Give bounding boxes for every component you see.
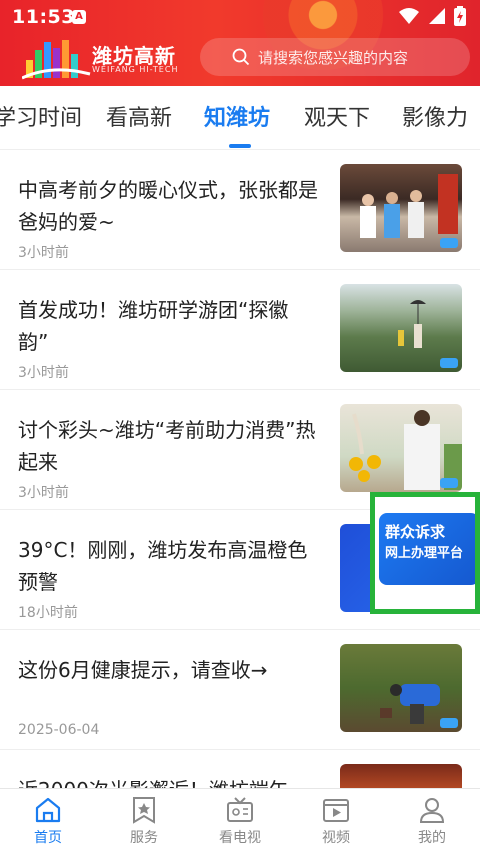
news-title: 39°C！刚刚，潍坊发布高温橙色预警 — [18, 538, 308, 594]
tab-kan-gaoxin[interactable]: 看高新 — [106, 100, 172, 132]
system-icons — [398, 6, 466, 26]
nav-home[interactable]: 首页 — [12, 795, 84, 847]
nav-mine-label: 我的 — [418, 830, 446, 846]
active-tab-indicator — [229, 144, 251, 148]
tab-guan-tianxia[interactable]: 观天下 — [304, 100, 370, 132]
battery-icon — [454, 6, 466, 26]
news-thumbnail — [340, 644, 462, 732]
news-item[interactable]: 这份6月健康提示，请查收→ 2025-06-04 — [0, 630, 480, 750]
news-item[interactable]: 近2000次光影邂逅！潍坊端午 — [0, 750, 480, 788]
status-time: 11:53 — [12, 6, 75, 28]
news-item[interactable]: 中高考前夕的暖心仪式，张张都是爸妈的爱~ 3小时前 — [0, 150, 480, 270]
thumbnail-badge — [440, 358, 458, 368]
float-banner-line2: 网上办理平台 — [385, 546, 464, 561]
float-banner-line1: 群众诉求 — [385, 523, 446, 541]
nav-tv[interactable]: 看电视 — [204, 795, 276, 847]
notification-icon: A — [72, 10, 86, 24]
news-time: 3小时前 — [18, 485, 69, 501]
status-bar: 11:53 A — [0, 0, 480, 34]
video-icon — [323, 799, 349, 822]
app-subtitle: WEIFANG HI-TECH — [92, 65, 179, 74]
tab-study-time[interactable]: 学习时间 — [0, 100, 82, 132]
float-banner-card: 群众诉求 网上办理平台 — [379, 513, 475, 585]
news-time: 18小时前 — [18, 605, 78, 621]
thumbnail-badge — [440, 478, 458, 488]
news-title: 中高考前夕的暖心仪式，张张都是爸妈的爱~ — [18, 178, 318, 234]
tv-icon — [227, 797, 253, 822]
thumbnail-badge — [440, 238, 458, 248]
nav-services-label: 服务 — [130, 830, 158, 846]
news-title: 讨个彩头~潍坊“考前助力消费”热起来 — [18, 418, 316, 474]
app-logo: 潍坊高新 WEIFANG HI-TECH — [22, 38, 188, 80]
signal-icon — [429, 8, 445, 24]
wifi-icon — [399, 8, 419, 24]
nav-video-label: 视频 — [322, 830, 350, 846]
news-time: 2025-06-04 — [18, 722, 100, 738]
tab-zhi-weifang[interactable]: 知潍坊 — [204, 100, 270, 132]
search-bar[interactable]: 请搜索您感兴趣的内容 — [200, 38, 470, 76]
news-title: 这份6月健康提示，请查收→ — [18, 658, 268, 682]
thumbnail-badge — [440, 718, 458, 728]
nav-services[interactable]: 服务 — [108, 795, 180, 847]
news-thumbnail — [340, 404, 462, 492]
news-thumbnail — [340, 164, 462, 252]
news-item[interactable]: 首发成功！潍坊研学游团“探徽韵” 3小时前 — [0, 270, 480, 390]
user-icon — [419, 798, 445, 823]
news-time: 3小时前 — [18, 245, 69, 261]
search-icon — [232, 48, 250, 66]
news-thumbnail — [340, 764, 462, 788]
category-tabs: 学习时间 看高新 知潍坊 观天下 影像力 — [0, 86, 480, 150]
city-skyline-logo-icon — [22, 40, 91, 80]
nav-video[interactable]: 视频 — [300, 795, 372, 847]
bottom-navigation: 首页 服务 看电视 视频 我的 — [0, 788, 480, 853]
app-header: 11:53 A 潍坊高新 WEIFANG HI-TECH 请搜索您感兴趣的内容 — [0, 0, 480, 86]
nav-tv-label: 看电视 — [219, 830, 261, 846]
news-list: 中高考前夕的暖心仪式，张张都是爸妈的爱~ 3小时前 首发成功！潍坊研学游团“探徽… — [0, 150, 480, 788]
nav-home-label: 首页 — [34, 830, 62, 846]
nav-mine[interactable]: 我的 — [396, 795, 468, 847]
news-time: 3小时前 — [18, 365, 69, 381]
public-appeal-float-banner[interactable]: 群众诉求 网上办理平台 — [370, 492, 480, 614]
home-icon — [35, 797, 61, 823]
star-bookmark-icon — [133, 797, 155, 824]
tab-yingxiangli[interactable]: 影像力 — [402, 100, 468, 132]
news-title: 近2000次光影邂逅！潍坊端午 — [18, 774, 318, 788]
search-placeholder: 请搜索您感兴趣的内容 — [258, 48, 409, 67]
news-title: 首发成功！潍坊研学游团“探徽韵” — [18, 298, 289, 354]
news-thumbnail — [340, 284, 462, 372]
